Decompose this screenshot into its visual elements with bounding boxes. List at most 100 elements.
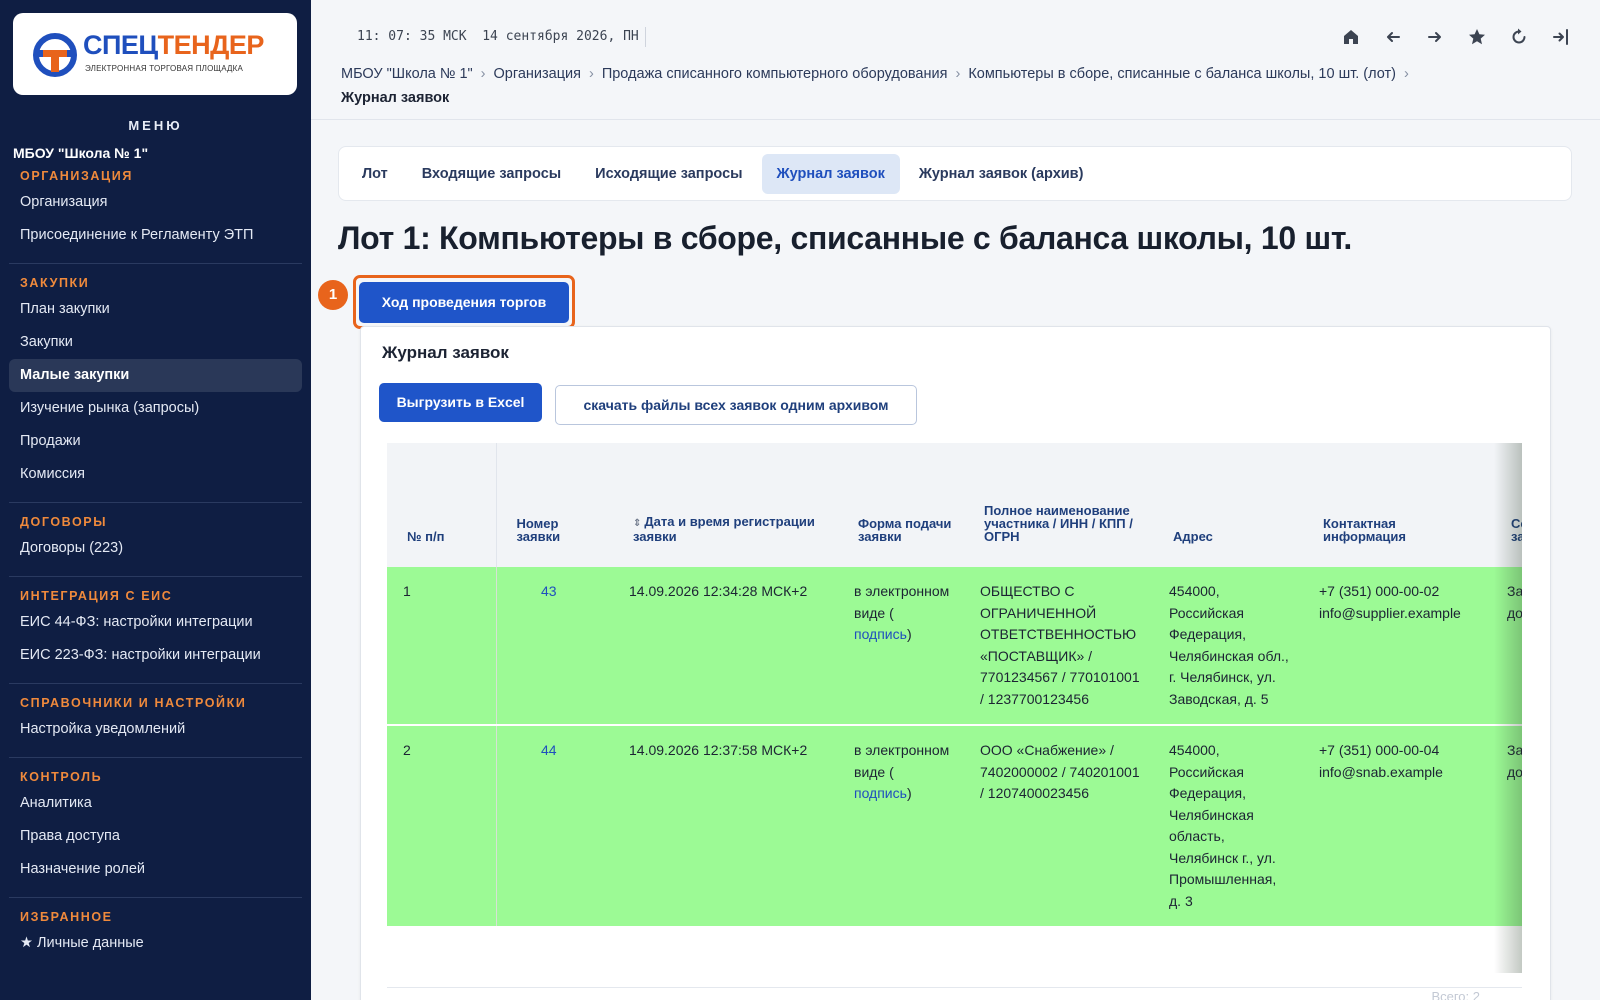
col-header-participant[interactable]: Полное наименование участника / ИНН / КП… <box>964 443 1153 567</box>
arrow-left-icon[interactable] <box>1380 24 1406 50</box>
sidebar: СПЕЦТЕНДЕР ЭЛЕКТРОННАЯ ТОРГОВАЯ ПЛОЩАДКА… <box>0 0 311 1000</box>
sidebar-org-name: МБОУ "Школа № 1" <box>13 145 149 161</box>
sidebar-item-3-1[interactable]: ЕИС 223-ФЗ: настройки интеграции <box>9 639 302 672</box>
cell-form: в электронном виде ( подпись) <box>838 725 964 928</box>
cell-address: 454000, Российская Федерация, Челябинска… <box>1153 725 1303 928</box>
table-row[interactable]: 1 43 14.09.2026 12:34:28 МСК+2 в электронно… <box>387 567 1522 726</box>
logo-subtitle: ЭЛЕКТРОННАЯ ТОРГОВАЯ ПЛОЩАДКА <box>85 64 244 73</box>
tab-3[interactable]: Журнал заявок <box>761 153 900 194</box>
cell-index: 2 <box>387 725 497 928</box>
sidebar-item-0-0[interactable]: Организация <box>9 186 302 219</box>
form-close: ) <box>906 785 912 801</box>
form-text: в электронном виде ( <box>854 583 950 621</box>
cell-number-link[interactable]: 43 <box>496 567 613 726</box>
col-header-status[interactable]: Состояние заявки <box>1491 443 1522 567</box>
sidebar-item-0-1[interactable]: Присоединение к Регламенту ЭТП <box>9 219 302 252</box>
arrow-right-icon[interactable] <box>1422 24 1448 50</box>
breadcrumb-link[interactable]: Компьютеры в сборе, списанные с баланса … <box>968 66 1396 82</box>
step-badge: 1 <box>318 280 348 310</box>
signature-link[interactable]: подпись <box>854 785 907 801</box>
col-header-index[interactable]: № п/п <box>387 443 497 567</box>
col-header-address[interactable]: Адрес <box>1153 443 1303 567</box>
nav-divider <box>9 263 302 264</box>
page-title: Лот 1: Компьютеры в сборе, списанные с б… <box>338 220 1352 256</box>
sidebar-item-5-2[interactable]: Назначение ролей <box>9 853 302 886</box>
sort-icon: ⇕ <box>633 518 642 529</box>
sidebar-item-4-0[interactable]: Настройка уведомлений <box>9 713 302 746</box>
menu-title: МЕНЮ <box>128 118 183 133</box>
journal-table-container[interactable]: № п/п Номер заявки ⇕ Дата и время регистр… <box>387 443 1522 973</box>
cell-participant-link[interactable]: ОБЩЕСТВО С ОГРАНИЧЕННОЙ ОТВЕТСТВЕННОСТЬЮ… <box>964 567 1153 726</box>
sidebar-item-1-1[interactable]: Закупки <box>9 326 302 359</box>
nav-section-title: ДОГОВОРЫ <box>20 515 108 529</box>
breadcrumb-link[interactable]: МБОУ "Школа № 1" <box>341 66 473 82</box>
col-header-datetime-label: Дата и время регистрации заявки <box>633 514 815 544</box>
table-row[interactable]: 2 44 14.09.2026 12:37:58 МСК+2 в электронно… <box>387 725 1522 928</box>
sidebar-item-5-0[interactable]: Аналитика <box>9 787 302 820</box>
export-excel-button[interactable]: Выгрузить в Excel <box>379 383 542 422</box>
journal-panel: Журнал заявок Выгрузить в Excel скачать … <box>360 326 1551 1000</box>
cell-address: 454000, Российская Федерация, Челябинска… <box>1153 567 1303 726</box>
nav-section-title: СПРАВОЧНИКИ И НАСТРОЙКИ <box>20 696 247 710</box>
breadcrumb-link[interactable]: Продажа списанного компьютерного оборудо… <box>602 66 948 82</box>
cell-number-link[interactable]: 44 <box>496 725 613 928</box>
nav-section-title: КОНТРОЛЬ <box>20 770 103 784</box>
contact-phone: +7 (351) 000-00-04 <box>1319 742 1440 758</box>
col-header-datetime[interactable]: ⇕ Дата и время регистрации заявки <box>613 443 838 567</box>
nav-section: ЗАКУПКИ План закупки Закупки Малые закупки И… <box>0 273 311 491</box>
journal-title: Журнал заявок <box>382 343 509 362</box>
breadcrumb-current: Журнал заявок <box>341 90 450 106</box>
home-icon[interactable] <box>1338 24 1364 50</box>
nav-section: СПРАВОЧНИКИ И НАСТРОЙКИ Настройка уведомл… <box>0 693 311 746</box>
logo-mark-icon <box>33 33 77 77</box>
logo-wordmark: СПЕЦТЕНДЕР <box>83 30 264 60</box>
download-archive-button[interactable]: скачать файлы всех заявок одним архивом <box>555 385 917 425</box>
sidebar-item-1-3[interactable]: Изучение рынка (запросы) <box>9 392 302 425</box>
journal-table: № п/п Номер заявки ⇕ Дата и время регистр… <box>387 443 1522 928</box>
refresh-icon[interactable] <box>1506 24 1532 50</box>
breadcrumb: МБОУ "Школа № 1" › Организация › Продажа спи… <box>341 62 1541 110</box>
nav-divider <box>9 576 302 577</box>
breadcrumb-link[interactable]: Организация <box>494 66 581 82</box>
sidebar-item-1-5[interactable]: Комиссия <box>9 458 302 491</box>
logo[interactable]: СПЕЦТЕНДЕР ЭЛЕКТРОННАЯ ТОРГОВАЯ ПЛОЩАДКА <box>13 13 297 95</box>
tab-2[interactable]: Исходящие запросы <box>580 154 757 194</box>
nav-divider <box>9 683 302 684</box>
col-header-number[interactable]: Номер заявки <box>496 443 613 567</box>
nav-section-title: ИНТЕГРАЦИЯ С ЕИС <box>20 589 173 603</box>
sidebar-item-5-1[interactable]: Права доступа <box>9 820 302 853</box>
sidebar-item-1-2[interactable]: Малые закупки <box>9 359 302 392</box>
contact-email: info@snab.example <box>1319 763 1443 780</box>
star-icon[interactable] <box>1464 24 1490 50</box>
cell-status: Заявка допущена <box>1491 567 1522 726</box>
tab-1[interactable]: Входящие запросы <box>407 154 576 194</box>
nav-section-title: ЗАКУПКИ <box>20 276 90 290</box>
sidebar-item-1-0[interactable]: План закупки <box>9 293 302 326</box>
col-header-form[interactable]: Форма подачи заявки <box>838 443 964 567</box>
logout-icon[interactable] <box>1548 24 1574 50</box>
nav-section: ОРГАНИЗАЦИЯ Организация Присоединение к Ре… <box>0 166 311 252</box>
signature-link[interactable]: подпись <box>854 626 907 642</box>
tab-0[interactable]: Лот <box>347 154 403 194</box>
contact-phone: +7 (351) 000-00-02 <box>1319 583 1440 599</box>
tab-4[interactable]: Журнал заявок (архив) <box>904 154 1099 194</box>
sidebar-item-2-0[interactable]: Договоры (223) <box>9 532 302 565</box>
cell-participant-link[interactable]: ООО «Снабжение» / 7402000002 / 740201001… <box>964 725 1153 928</box>
cell-form: в электронном виде ( подпись) <box>838 567 964 726</box>
sidebar-item-6-0[interactable]: ★ Личные данные <box>9 927 302 960</box>
nav-section: ИЗБРАННОЕ ★ Личные данные <box>0 907 311 960</box>
sidebar-item-3-0[interactable]: ЕИС 44-ФЗ: настройки интеграции <box>9 606 302 639</box>
breadcrumb-separator: › <box>955 66 961 82</box>
nav-section-title: ОРГАНИЗАЦИЯ <box>20 169 133 183</box>
nav-divider <box>9 897 302 898</box>
table-header-row: № п/п Номер заявки ⇕ Дата и время регистр… <box>387 443 1522 567</box>
nav-section: ДОГОВОРЫ Договоры (223) <box>0 512 311 565</box>
col-header-contacts[interactable]: Контактная информация <box>1303 443 1491 567</box>
cell-datetime: 14.09.2026 12:34:28 МСК+2 <box>613 567 838 726</box>
auction-progress-button[interactable]: Ход проведения торгов <box>359 282 569 323</box>
top-toolbar <box>1338 24 1574 50</box>
sidebar-nav: ОРГАНИЗАЦИЯ Организация Присоединение к Ре… <box>0 166 311 960</box>
cell-contacts: +7 (351) 000-00-04 info@snab.example <box>1303 725 1491 928</box>
sidebar-item-1-4[interactable]: Продажи <box>9 425 302 458</box>
nav-section: ИНТЕГРАЦИЯ С ЕИС ЕИС 44-ФЗ: настройки инт… <box>0 586 311 672</box>
